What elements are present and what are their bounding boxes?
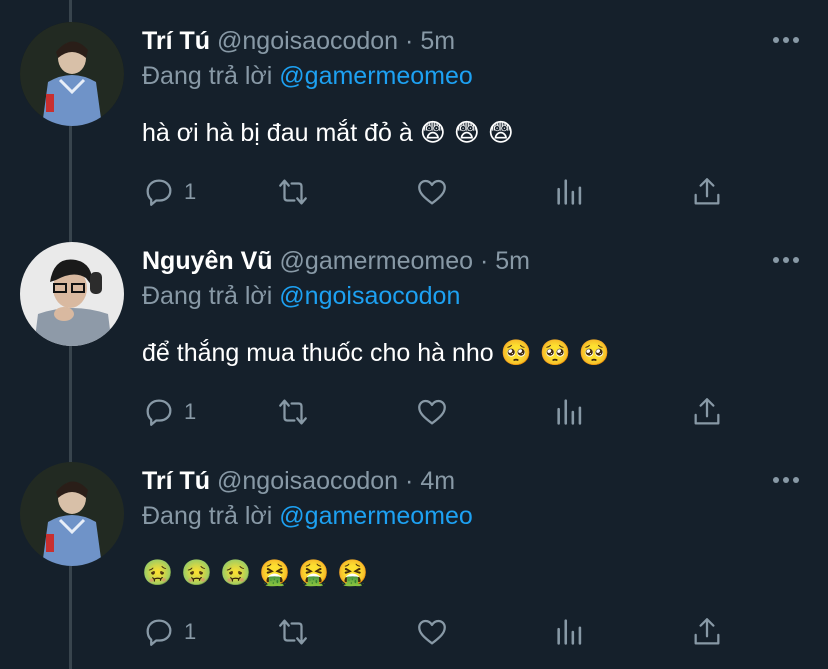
mention-link[interactable]: @ngoisaocodon <box>279 282 460 310</box>
more-icon[interactable] <box>772 474 800 486</box>
like-icon <box>418 179 446 205</box>
replying-to: Đang trả lời @gamermeomeo <box>142 501 473 531</box>
mention-link[interactable]: @gamermeomeo <box>279 62 473 90</box>
replying-to: Đang trả lời @gamermeomeo <box>142 61 473 91</box>
tweet[interactable]: Trí Tú @ngoisaocodon · 5m Đang trả lời @… <box>0 0 828 220</box>
share-icon <box>694 618 720 645</box>
retweet-icon <box>279 619 307 645</box>
reply-icon <box>146 399 172 426</box>
reply-count: 1 <box>184 619 197 644</box>
reply-prefix: Đang trả lời <box>142 502 273 530</box>
mention-link[interactable]: @gamermeomeo <box>279 502 473 530</box>
author-name[interactable]: Trí Tú <box>142 467 210 495</box>
reply-button[interactable]: 1 <box>142 615 196 649</box>
share-icon <box>694 178 720 205</box>
reply-prefix: Đang trả lời <box>142 282 273 310</box>
like-button[interactable] <box>415 395 449 429</box>
retweet-button[interactable] <box>276 615 310 649</box>
author-handle[interactable]: @gamermeomeo <box>280 247 474 275</box>
like-button[interactable] <box>415 615 449 649</box>
share-button[interactable] <box>690 175 724 209</box>
tweet-emoji: 🥺 🥺 🥺 <box>500 338 610 367</box>
tweet-header: Nguyên Vũ @gamermeomeo · 5m <box>142 246 530 276</box>
retweet-button[interactable] <box>276 395 310 429</box>
tweet[interactable]: Nguyên Vũ @gamermeomeo · 5m Đang trả lời… <box>0 220 828 440</box>
tweet-header: Trí Tú @ngoisaocodon · 5m <box>142 26 455 56</box>
stats-button[interactable] <box>553 395 587 429</box>
stats-button[interactable] <box>553 615 587 649</box>
reply-icon <box>146 179 172 206</box>
reply-icon <box>146 619 172 646</box>
retweet-icon <box>279 399 307 425</box>
avatar[interactable] <box>20 22 124 126</box>
tweet-text: để thắng mua thuốc cho hà nho 🥺 🥺 🥺 <box>142 337 610 369</box>
tweet-text-content: để thắng mua thuốc cho hà nho <box>142 339 494 367</box>
tweet-header: Trí Tú @ngoisaocodon · 4m <box>142 466 455 496</box>
author-handle[interactable]: @ngoisaocodon <box>217 467 398 495</box>
author-name[interactable]: Trí Tú <box>142 27 210 55</box>
timestamp[interactable]: · 5m <box>405 27 455 55</box>
replying-to: Đang trả lời @ngoisaocodon <box>142 281 460 311</box>
tweet-text-content: hà ơi hà bị đau mắt đỏ à <box>142 119 413 147</box>
retweet-icon <box>279 179 307 205</box>
more-icon[interactable] <box>772 34 800 46</box>
stats-icon <box>557 619 582 645</box>
like-button[interactable] <box>415 175 449 209</box>
reply-button[interactable]: 1 <box>142 395 196 429</box>
avatar[interactable] <box>20 462 124 566</box>
reply-count: 1 <box>184 399 197 424</box>
stats-button[interactable] <box>553 175 587 209</box>
tweet[interactable]: Trí Tú @ngoisaocodon · 4m Đang trả lời @… <box>0 440 828 660</box>
tweet-emoji: 🤢 🤢 🤢 🤮 🤮 🤮 <box>142 558 369 587</box>
timestamp[interactable]: · 5m <box>480 247 530 275</box>
share-button[interactable] <box>690 615 724 649</box>
timestamp[interactable]: · 4m <box>405 467 455 495</box>
like-icon <box>418 619 446 645</box>
share-icon <box>694 398 720 425</box>
reply-count: 1 <box>184 179 197 204</box>
tweet-text: hà ơi hà bị đau mắt đỏ à 😨 😨 😨 <box>142 117 514 149</box>
author-handle[interactable]: @ngoisaocodon <box>217 27 398 55</box>
tweet-text: 🤢 🤢 🤢 🤮 🤮 🤮 <box>142 557 369 589</box>
like-icon <box>418 399 446 425</box>
author-name[interactable]: Nguyên Vũ <box>142 247 273 275</box>
stats-icon <box>557 399 582 425</box>
avatar[interactable] <box>20 242 124 346</box>
tweet-emoji: 😨 😨 😨 <box>419 118 514 147</box>
share-button[interactable] <box>690 395 724 429</box>
more-icon[interactable] <box>772 254 800 266</box>
reply-prefix: Đang trả lời <box>142 62 273 90</box>
reply-button[interactable]: 1 <box>142 175 196 209</box>
stats-icon <box>557 179 582 205</box>
retweet-button[interactable] <box>276 175 310 209</box>
